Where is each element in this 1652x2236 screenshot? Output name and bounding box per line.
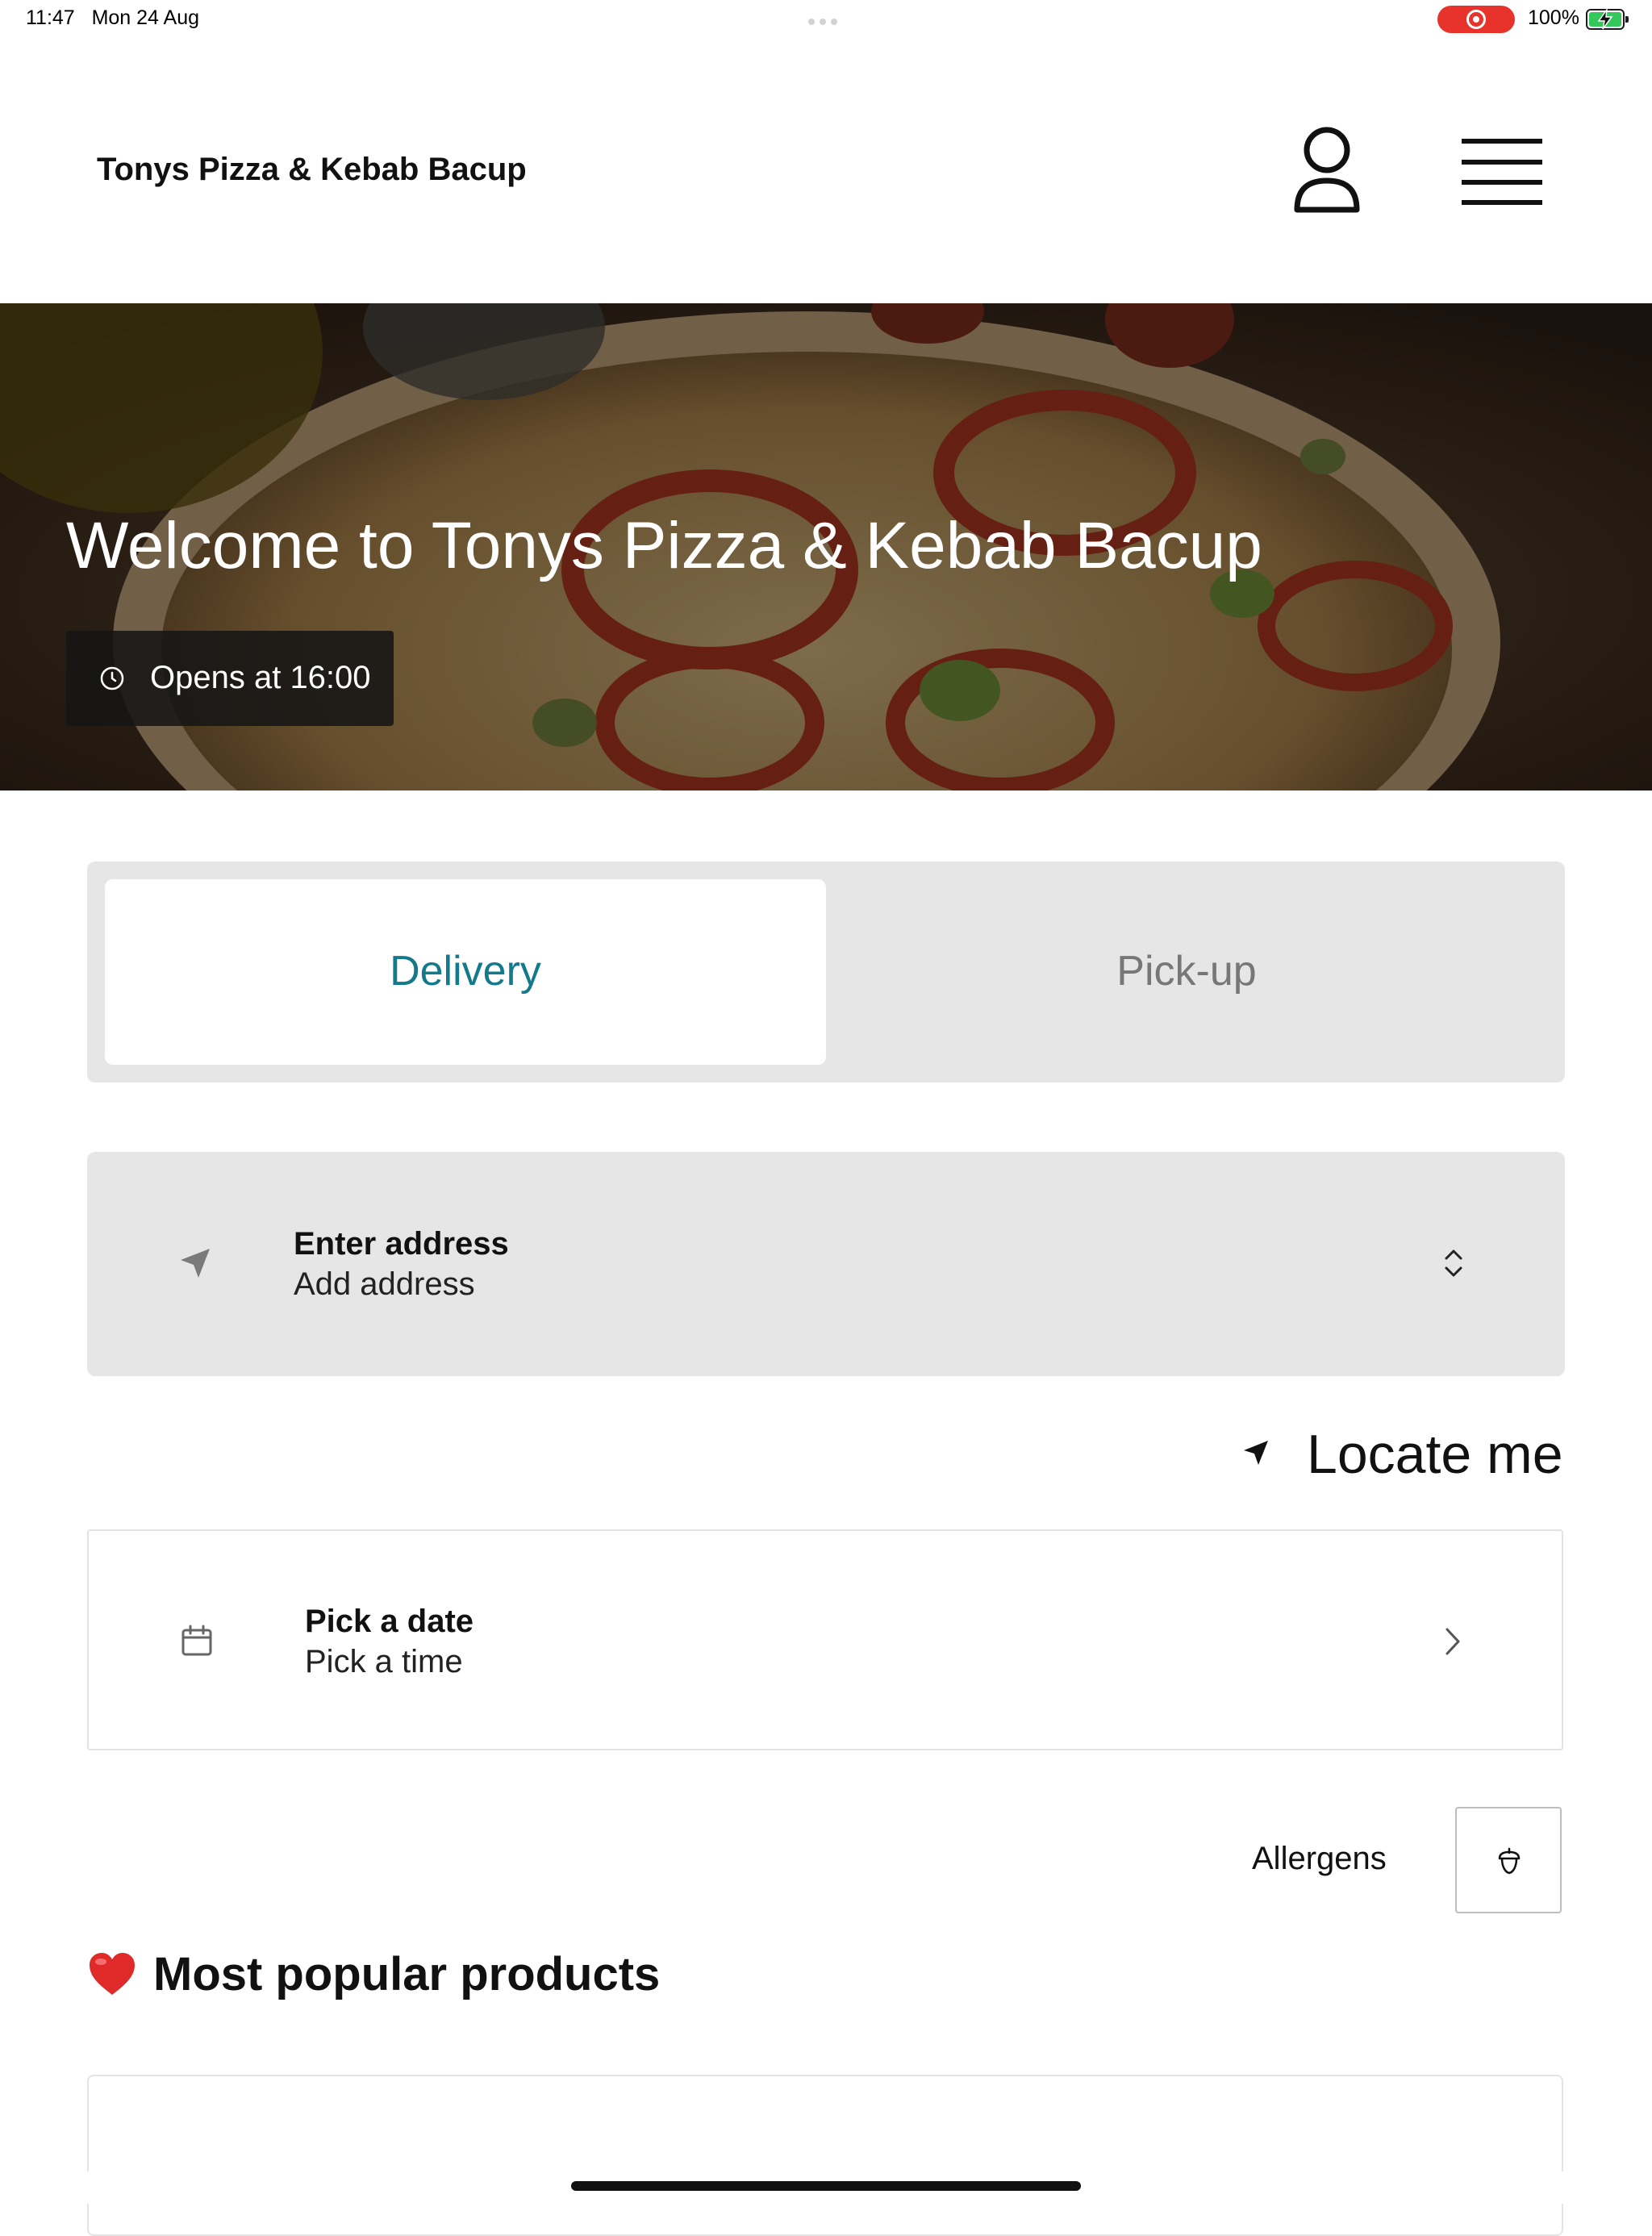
calendar-icon xyxy=(181,1625,212,1656)
address-subtitle: Add address xyxy=(294,1266,475,1302)
hamburger-menu-icon[interactable] xyxy=(1462,136,1542,206)
date-time-picker[interactable]: Pick a date Pick a time xyxy=(87,1529,1563,1750)
multitasking-dots-icon[interactable] xyxy=(808,15,844,25)
user-icon[interactable] xyxy=(1291,126,1363,216)
locate-me-button[interactable]: Locate me xyxy=(1241,1421,1563,1486)
screen-recording-icon[interactable] xyxy=(1437,6,1515,33)
status-time: 11:47 xyxy=(26,6,75,29)
time-subtitle: Pick a time xyxy=(305,1644,463,1679)
status-time-date: 11:47 Mon 24 Aug xyxy=(26,6,199,30)
home-indicator[interactable] xyxy=(571,2181,1081,2191)
tab-delivery[interactable]: Delivery xyxy=(105,879,826,1065)
acorn-icon xyxy=(1498,1847,1521,1875)
clock-icon xyxy=(100,666,124,690)
battery-percent: 100% xyxy=(1528,6,1579,29)
hero-title: Welcome to Tonys Pizza & Kebab Bacup xyxy=(66,509,1262,582)
address-title: Enter address xyxy=(294,1226,509,1262)
chevron-right-icon xyxy=(1446,1628,1460,1655)
opens-at-text: Opens at 16:00 xyxy=(150,660,371,695)
location-arrow-icon xyxy=(1244,1441,1268,1465)
most-popular-title: Most popular products xyxy=(153,1948,661,2000)
opening-hours-badge: Opens at 16:00 xyxy=(66,631,394,726)
chevron-up-down-icon xyxy=(1445,1249,1462,1277)
tab-pickup[interactable]: Pick-up xyxy=(826,879,1547,1065)
navigation-arrow-icon xyxy=(181,1249,210,1278)
date-title: Pick a date xyxy=(305,1604,474,1639)
address-selector[interactable]: Enter address Add address xyxy=(87,1152,1565,1376)
heart-icon xyxy=(90,1953,135,1995)
allergens-button[interactable] xyxy=(1455,1807,1562,1913)
locate-me-label: Locate me xyxy=(1307,1424,1563,1485)
status-date: Mon 24 Aug xyxy=(91,6,199,29)
product-card[interactable] xyxy=(87,2075,1563,2236)
restaurant-brand[interactable]: Tonys Pizza & Kebab Bacup xyxy=(97,152,527,188)
battery-icon xyxy=(1586,8,1629,30)
tab-delivery-label: Delivery xyxy=(390,948,541,995)
allergens-label: Allergens xyxy=(1252,1841,1387,1876)
tab-pickup-label: Pick-up xyxy=(1116,948,1257,995)
